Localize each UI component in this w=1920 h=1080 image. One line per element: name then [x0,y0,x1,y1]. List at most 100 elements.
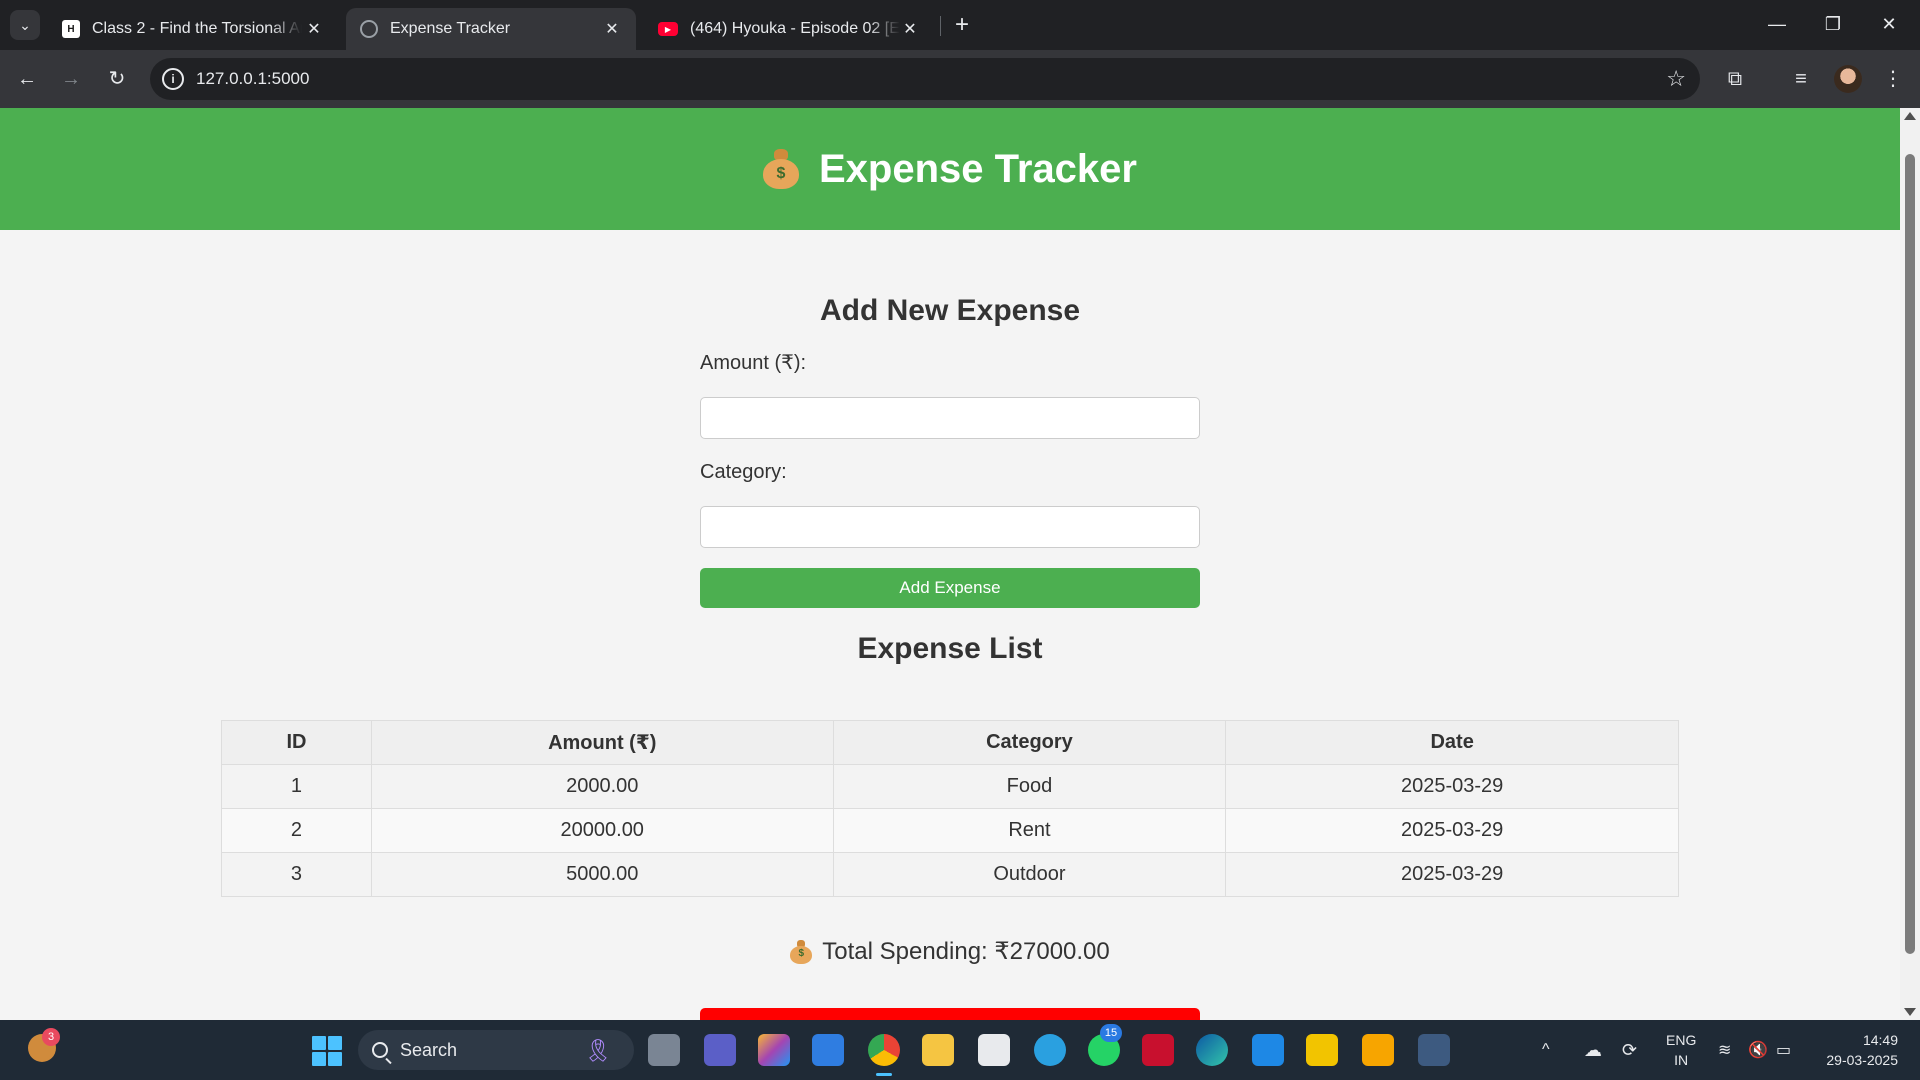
app-title: Expense Tracker [819,146,1137,191]
ribbon-icon: 🎗 [584,1038,612,1063]
add-expense-title: Add New Expense [819,294,1081,327]
expense-table: ID Amount (₹) Category Date 1 2000.00 Fo… [221,720,1679,897]
new-tab-icon[interactable]: + [948,12,976,40]
clock[interactable]: 14:49 29-03-2025 [1826,1030,1898,1070]
media-control-icon[interactable]: ≡ [1786,64,1816,94]
column-header-amount: Amount (₹) [370,720,834,765]
cell-id: 1 [221,764,372,809]
intellij-icon[interactable] [1306,1034,1338,1066]
profile-avatar[interactable] [1834,65,1862,93]
bookmark-star-icon[interactable]: ☆ [1666,66,1686,92]
clear-all-expenses-button[interactable]: Clear All Expenses [700,1008,1200,1020]
column-header-category: Category [832,720,1227,765]
vscode-icon[interactable] [1252,1034,1284,1066]
page-scrollbar[interactable] [1900,108,1920,1020]
tab-title: Expense Tracker [390,20,511,37]
extensions-icon[interactable]: ⧉ [1720,64,1750,94]
category-input[interactable] [700,506,1200,548]
taskbar-search[interactable]: Search 🎗 [358,1030,634,1070]
edge-icon[interactable] [1196,1034,1228,1066]
close-window-icon[interactable]: ✕ [1866,8,1912,40]
onedrive-icon[interactable]: ☁ [1584,1020,1602,1080]
task-view-icon[interactable] [648,1034,680,1066]
reload-icon[interactable]: ↻ [102,64,132,94]
scrollbar-thumb[interactable] [1905,154,1915,954]
cell-date: 2025-03-29 [1225,852,1679,897]
tab-class-2[interactable]: H Class 2 - Find the Torsional Angle ✕ [48,8,338,50]
app-header: $ Expense Tracker [0,108,1900,230]
cell-date: 2025-03-29 [1225,764,1679,809]
table-row: 2 20000.00 Rent 2025-03-29 [221,808,1679,853]
file-explorer-icon[interactable] [922,1034,954,1066]
add-expense-button[interactable]: Add Expense [700,568,1200,608]
money-bag-icon: $ [790,939,813,964]
tab-hyouka[interactable]: ▶ (464) Hyouka - Episode 02 [English] ✕ [644,8,934,50]
restore-icon[interactable]: ❐ [1810,8,1856,40]
cell-category: Food [832,764,1227,809]
widgets-badge: 3 [42,1028,60,1046]
mcafee-icon[interactable] [1142,1034,1174,1066]
windows-start-icon[interactable] [312,1036,342,1066]
browser-toolbar: ← → ↻ i 127.0.0.1:5000 ☆ ⧉ ≡ ⋮ [0,50,1920,108]
close-icon[interactable]: ✕ [900,19,920,39]
tab-expense-tracker[interactable]: Expense Tracker ✕ [346,8,636,50]
money-bag-icon: $ [763,149,799,189]
amount-label: Amount (₹): [700,352,807,374]
cell-category: Outdoor [832,852,1227,897]
minimize-icon[interactable]: — [1754,8,1800,40]
remote-desktop-icon[interactable] [1418,1034,1450,1066]
battery-icon[interactable]: ▭ [1776,1020,1791,1080]
tab-separator [940,16,941,36]
cell-amount: 2000.00 [370,764,834,809]
search-icon [372,1042,388,1058]
clock-date: 29-03-2025 [1826,1052,1898,1068]
show-hidden-icons-icon[interactable]: ^ [1542,1020,1550,1080]
copilot-icon[interactable] [758,1034,790,1066]
expense-list-title: Expense List [857,632,1043,665]
language-indicator[interactable]: ENG IN [1666,1030,1696,1070]
microsoft-store-icon[interactable] [978,1034,1010,1066]
page-content: $ Expense Tracker Add New Expense Amount… [0,108,1900,1020]
cell-id: 2 [221,808,372,853]
sync-icon[interactable]: ⟳ [1622,1020,1637,1080]
forward-icon[interactable]: → [56,64,86,94]
category-label: Category: [700,461,787,483]
scroll-down-icon[interactable] [1904,1008,1916,1016]
menu-icon[interactable]: ⋮ [1878,64,1908,94]
amount-input[interactable] [700,397,1200,439]
language-line2: IN [1674,1052,1689,1068]
language-line1: ENG [1666,1032,1697,1048]
table-header-row: ID Amount (₹) Category Date [221,720,1679,765]
back-icon[interactable]: ← [12,64,42,94]
teams-icon[interactable] [704,1034,736,1066]
close-icon[interactable]: ✕ [602,19,622,39]
search-label: Search [400,1039,458,1060]
scroll-up-icon[interactable] [1904,112,1916,120]
tab-title: Class 2 - Find the Torsional Angle [92,20,302,37]
taskbar: 3 Search 🎗 15 ^ ☁ ⟳ ENG IN ≋ 🔇 ▭ 14:49 2… [0,1020,1920,1080]
cell-category: Rent [832,808,1227,853]
tab-title: (464) Hyouka - Episode 02 [English] [690,20,900,37]
myhp-icon[interactable] [812,1034,844,1066]
chrome-icon[interactable] [868,1034,900,1066]
safari-icon[interactable] [1034,1034,1066,1066]
table-row: 3 5000.00 Outdoor 2025-03-29 [221,852,1679,897]
browser-tab-bar: ⌄ H Class 2 - Find the Torsional Angle ✕… [0,0,1920,50]
site-info-icon[interactable]: i [162,68,184,90]
cell-amount: 5000.00 [370,852,834,897]
address-bar[interactable]: i 127.0.0.1:5000 ☆ [150,58,1700,100]
volume-muted-icon[interactable]: 🔇 [1748,1020,1768,1080]
cell-id: 3 [221,852,372,897]
tab-search-icon[interactable]: ⌄ [10,10,40,40]
cell-amount: 20000.00 [370,808,834,853]
table-row: 1 2000.00 Food 2025-03-29 [221,764,1679,809]
total-spending: $ Total Spending: ₹27000.00 [0,937,1900,966]
wifi-icon[interactable]: ≋ [1718,1020,1731,1080]
globe-icon [360,20,378,38]
close-icon[interactable]: ✕ [304,19,324,39]
youtube-icon: ▶ [658,22,678,36]
cell-date: 2025-03-29 [1225,808,1679,853]
notes-icon[interactable] [1362,1034,1394,1066]
url-text[interactable]: 127.0.0.1:5000 [196,69,309,89]
hw-icon: H [62,20,80,38]
